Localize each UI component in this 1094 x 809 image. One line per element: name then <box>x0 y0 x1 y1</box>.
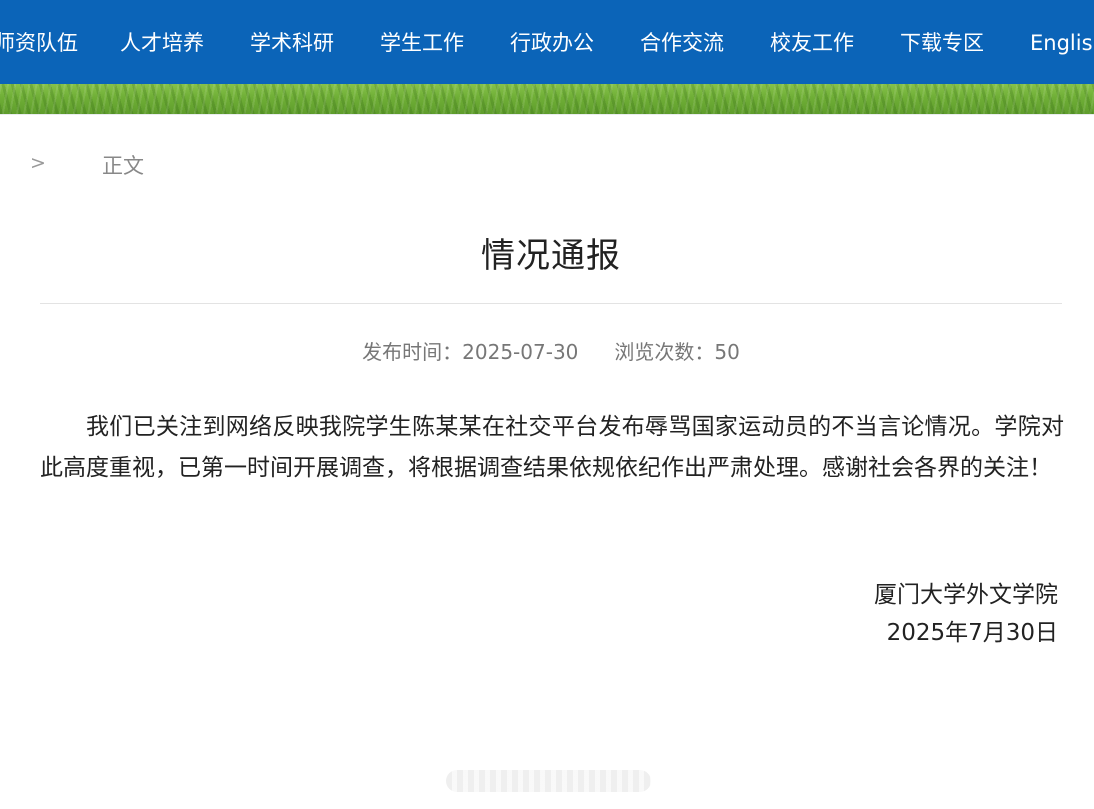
nav-item-research[interactable]: 学术科研 <box>250 28 334 58</box>
view-count-label: 浏览次数： <box>614 340 715 364</box>
top-nav-bar: 师资队伍 人才培养 学术科研 学生工作 行政办公 合作交流 校友工作 下载专区 … <box>0 0 1094 84</box>
title-divider <box>40 303 1062 304</box>
nav-item-alumni[interactable]: 校友工作 <box>770 28 854 58</box>
nav-item-faculty[interactable]: 师资队伍 <box>0 28 78 58</box>
nav-item-talent-training[interactable]: 人才培养 <box>120 28 204 58</box>
publish-date: 2025-07-30 <box>462 340 579 364</box>
pagination-bar[interactable] <box>446 770 651 792</box>
breadcrumb-separator: > <box>30 152 46 174</box>
nav-item-english[interactable]: English <box>1030 28 1094 58</box>
article-title: 情况通报 <box>481 236 621 276</box>
signature-date: 2025年7月30日 <box>886 620 1058 646</box>
signature-org: 厦门大学外文学院 <box>874 582 1058 608</box>
signature-block: 厦门大学外文学院 2025年7月30日 <box>874 576 1058 652</box>
breadcrumb-current: 正文 <box>102 154 144 178</box>
view-count: 50 <box>714 340 740 364</box>
nav-item-student-affairs[interactable]: 学生工作 <box>380 28 464 58</box>
nav-item-cooperation[interactable]: 合作交流 <box>640 28 724 58</box>
grass-banner <box>0 84 1094 115</box>
publish-time-label: 发布时间： <box>362 340 463 364</box>
article-body: 我们已关注到网络反映我院学生陈某某在社交平台发布辱骂国家运动员的不当言论情况。学… <box>40 414 1064 481</box>
article-meta: 发布时间：2025-07-30 浏览次数：50 <box>40 336 1062 365</box>
nav-item-downloads[interactable]: 下载专区 <box>900 28 984 58</box>
nav-item-administration[interactable]: 行政办公 <box>510 28 594 58</box>
